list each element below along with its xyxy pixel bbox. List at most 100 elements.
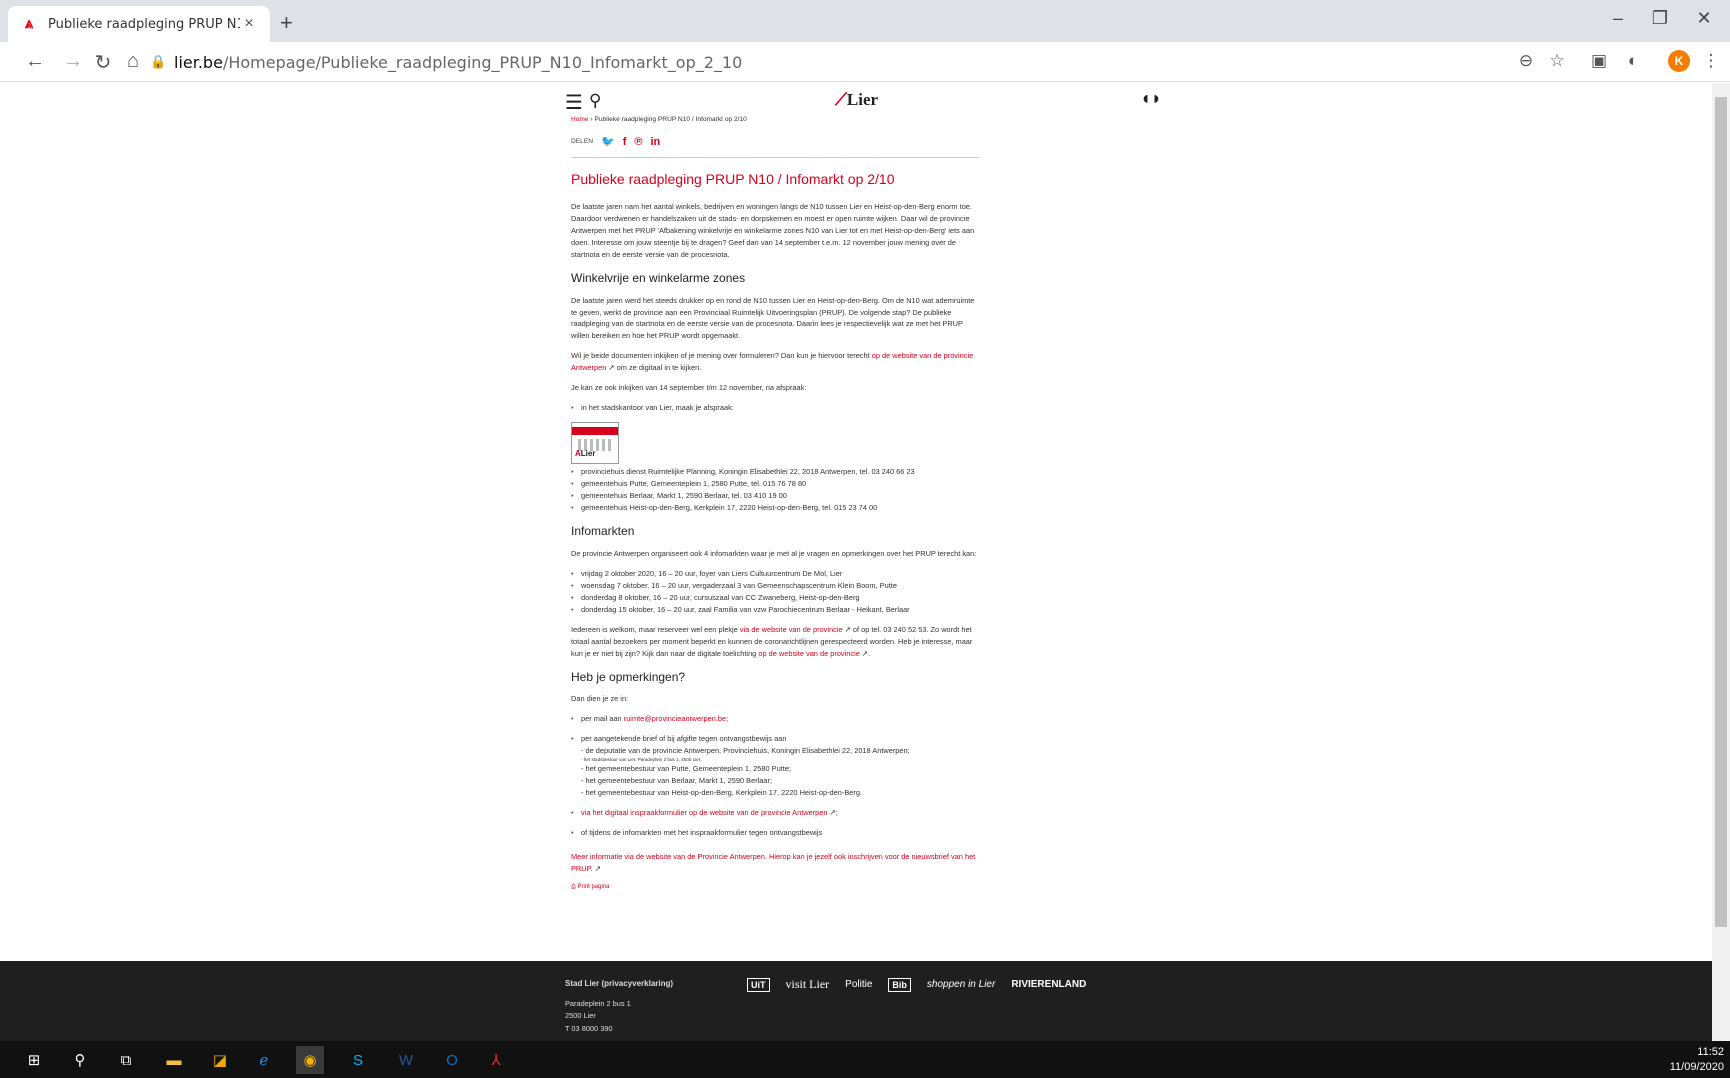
- chrome-icon[interactable]: ◉: [296, 1046, 324, 1074]
- inspraakformulier-link[interactable]: via het digitaal inspraakformulier op de…: [581, 808, 828, 817]
- page-scrollbar[interactable]: [1712, 83, 1730, 1041]
- address-bar[interactable]: 🔒 lier.be/Homepage/Publieke_raadpleging_…: [150, 47, 1510, 77]
- pinterest-icon[interactable]: ℗: [634, 134, 642, 152]
- sticky-notes-icon[interactable]: ◪: [206, 1046, 234, 1074]
- politie-logo[interactable]: Politie: [845, 979, 872, 990]
- page-title: Publieke raadpleging PRUP N10 / Infomark…: [571, 171, 895, 188]
- brief-list: per aangetekende brief of bij afgifte te…: [571, 733, 979, 799]
- heading-zones: Winkelvrije en winkelarme zones: [571, 271, 746, 286]
- list-item: provinciehuis dienst Ruimtelijke Plannin…: [571, 466, 979, 478]
- profile-avatar[interactable]: K: [1668, 50, 1690, 72]
- submit-list: per mail aan ruimte@provincieantwerpen.b…: [571, 713, 979, 725]
- tab-strip: ⩓ Publieke raadpleging PRUP N10 × + – ❐ …: [0, 0, 1730, 42]
- internet-explorer-icon[interactable]: ℯ: [250, 1046, 278, 1074]
- inkijken-paragraph: Je kan ze ook inkijken van 14 september …: [571, 383, 807, 393]
- breadcrumb-home-link[interactable]: Home: [571, 116, 589, 123]
- footer-address: Stad Lier (privacyverklaring) Paradeplei…: [565, 977, 674, 1033]
- privacy-link[interactable]: Stad Lier (privacyverklaring): [565, 977, 673, 990]
- mail-link[interactable]: ruimte@provincieantwerpen.be: [624, 714, 726, 723]
- skype-icon[interactable]: S: [344, 1046, 372, 1074]
- scrollbar-thumb[interactable]: [1715, 97, 1727, 927]
- task-view-icon[interactable]: ⧉: [112, 1046, 140, 1074]
- bib-logo[interactable]: Bib: [888, 977, 911, 992]
- menu-kebab-icon[interactable]: ⋮: [1700, 51, 1722, 71]
- infomarkten-paragraph: De provincie Antwerpen organiseert ook 4…: [571, 548, 977, 558]
- intro-paragraph: De laatste jaren nam het aantal winkels,…: [571, 202, 975, 260]
- list-item: gemeentehuis Putte, Gemeenteplein 1, 258…: [571, 478, 979, 490]
- browser-tab[interactable]: ⩓ Publieke raadpleging PRUP N10 ×: [8, 6, 270, 42]
- hamburger-menu-icon[interactable]: ☰: [565, 90, 583, 115]
- reserveer-link[interactable]: via de website van de provincie: [740, 625, 843, 634]
- share-label: DELEN: [571, 138, 593, 146]
- zoom-icon[interactable]: ⊖: [1515, 51, 1537, 71]
- bookmark-star-icon[interactable]: ☆: [1546, 51, 1568, 71]
- file-explorer-icon[interactable]: ▬: [160, 1046, 188, 1074]
- article-content: Home › Publieke raadpleging PRUP N10 / I…: [571, 115, 979, 893]
- list-item: donderdag 15 oktober, 16 – 20 uur, zaal …: [571, 604, 979, 616]
- system-clock[interactable]: 11:52 11/09/2020: [1670, 1045, 1724, 1075]
- share-bar: DELEN 🐦 f ℗ in: [571, 134, 979, 159]
- outlook-icon[interactable]: O: [438, 1046, 466, 1074]
- readspeaker-icon[interactable]: ◖◗: [1140, 88, 1162, 109]
- infomarkt-list: of tijdens de infomarkten met het inspra…: [571, 827, 979, 839]
- site-header: ☰ ⚲ ⟋Lier ◖◗: [565, 88, 1165, 114]
- locations-list: provinciehuis dienst Ruimtelijke Plannin…: [571, 466, 979, 514]
- restore-icon[interactable]: ❐: [1640, 8, 1680, 29]
- uit-logo[interactable]: UiT: [747, 977, 770, 992]
- extension-icon[interactable]: ▣: [1588, 51, 1610, 71]
- minimize-icon[interactable]: –: [1598, 8, 1638, 29]
- acrobat-icon[interactable]: ⅄: [482, 1046, 510, 1074]
- search-icon[interactable]: ⚲: [589, 91, 601, 111]
- list-item: gemeentehuis Berlaar, Markt 1, 2590 Berl…: [571, 490, 979, 502]
- new-tab-icon[interactable]: +: [280, 10, 293, 36]
- welkom-paragraph: Iedereen is welkom, maar reserveer wel e…: [571, 624, 973, 658]
- windows-start-icon[interactable]: ⊞: [20, 1046, 48, 1074]
- list-item-mail: per mail aan ruimte@provincieantwerpen.b…: [571, 713, 979, 725]
- toelichting-link[interactable]: op de website van de provincie: [758, 649, 859, 658]
- extension-circle-icon[interactable]: ◐: [1622, 51, 1644, 71]
- zones-paragraph: De laatste jaren werd het steeds drukker…: [571, 295, 975, 341]
- lock-icon: 🔒: [150, 54, 167, 69]
- print-link[interactable]: ⎙ Print pagina: [571, 883, 979, 893]
- reload-icon[interactable]: ↻: [90, 50, 116, 75]
- list-item: of tijdens de infomarkten met het inspra…: [571, 827, 979, 839]
- lier-favicon-icon: ⩓: [24, 15, 34, 32]
- list-item-digitaal: via het digitaal inspraakformulier op de…: [571, 807, 979, 819]
- rivierenland-logo[interactable]: RIVIERENLAND: [1011, 979, 1086, 990]
- list-item: vrijdag 2 oktober 2020, 16 – 20 uur, foy…: [571, 568, 979, 580]
- site-footer: Stad Lier (privacyverklaring) Paradeplei…: [0, 961, 1712, 1041]
- list-item: in het stadskantoor van Lier, maak je af…: [571, 402, 979, 414]
- word-icon[interactable]: W: [392, 1046, 420, 1074]
- list-item: gemeentehuis Heist-op-den-Berg, Kerkplei…: [571, 502, 979, 514]
- facebook-icon[interactable]: f: [623, 134, 627, 152]
- indienen-paragraph: Dan dien je ze in:: [571, 694, 629, 704]
- digitaal-list: via het digitaal inspraakformulier op de…: [571, 807, 979, 819]
- site-logo[interactable]: ⟋Lier: [835, 90, 878, 110]
- search-icon[interactable]: ⚲: [66, 1046, 94, 1074]
- tab-close-icon[interactable]: ×: [240, 15, 258, 33]
- heading-opmerkingen: Heb je opmerkingen?: [571, 669, 686, 684]
- twitter-icon[interactable]: 🐦: [601, 134, 615, 152]
- windows-taskbar: ⊞ ⚲ ⧉ ▬ ◪ ℯ ◉ S W O ⅄ 11:52 11/09/2020: [0, 1041, 1730, 1078]
- browser-toolbar: ← → ↻ ⌂ 🔒 lier.be/Homepage/Publieke_raad…: [0, 42, 1730, 82]
- tab-title: Publieke raadpleging PRUP N10: [48, 16, 240, 32]
- heading-infomarkten: Infomarkten: [571, 524, 635, 539]
- home-icon[interactable]: ⌂: [120, 50, 146, 73]
- meer-info-link[interactable]: Meer informatie via de website van de Pr…: [571, 852, 975, 873]
- visit-lier-logo[interactable]: visit Lier: [786, 977, 830, 992]
- list-item-brief: per aangetekende brief of bij afgifte te…: [571, 733, 979, 799]
- meer-info-paragraph: Meer informatie via de website van de Pr…: [571, 852, 976, 874]
- forward-icon[interactable]: →: [60, 50, 86, 73]
- list-item: donderdag 8 oktober, 16 – 20 uur, cursus…: [571, 592, 979, 604]
- print-icon: ⎙: [571, 884, 576, 891]
- documents-paragraph: Wil je beide documenten inkijken of je m…: [571, 351, 974, 373]
- shoppen-logo[interactable]: shoppen in Lier: [927, 979, 995, 990]
- breadcrumb-current: Publieke raadpleging PRUP N10 / Infomark…: [594, 116, 747, 123]
- linkedin-icon[interactable]: in: [650, 134, 660, 152]
- appointment-calendar-icon[interactable]: ALier: [571, 422, 619, 465]
- partner-logos: UiT visit Lier Politie Bib shoppen in Li…: [747, 977, 1086, 992]
- window-close-icon[interactable]: ✕: [1684, 8, 1724, 29]
- back-icon[interactable]: ←: [22, 50, 48, 73]
- list-item: woensdag 7 oktober, 16 – 20 uur, vergade…: [571, 580, 979, 592]
- markets-list: vrijdag 2 oktober 2020, 16 – 20 uur, foy…: [571, 568, 979, 616]
